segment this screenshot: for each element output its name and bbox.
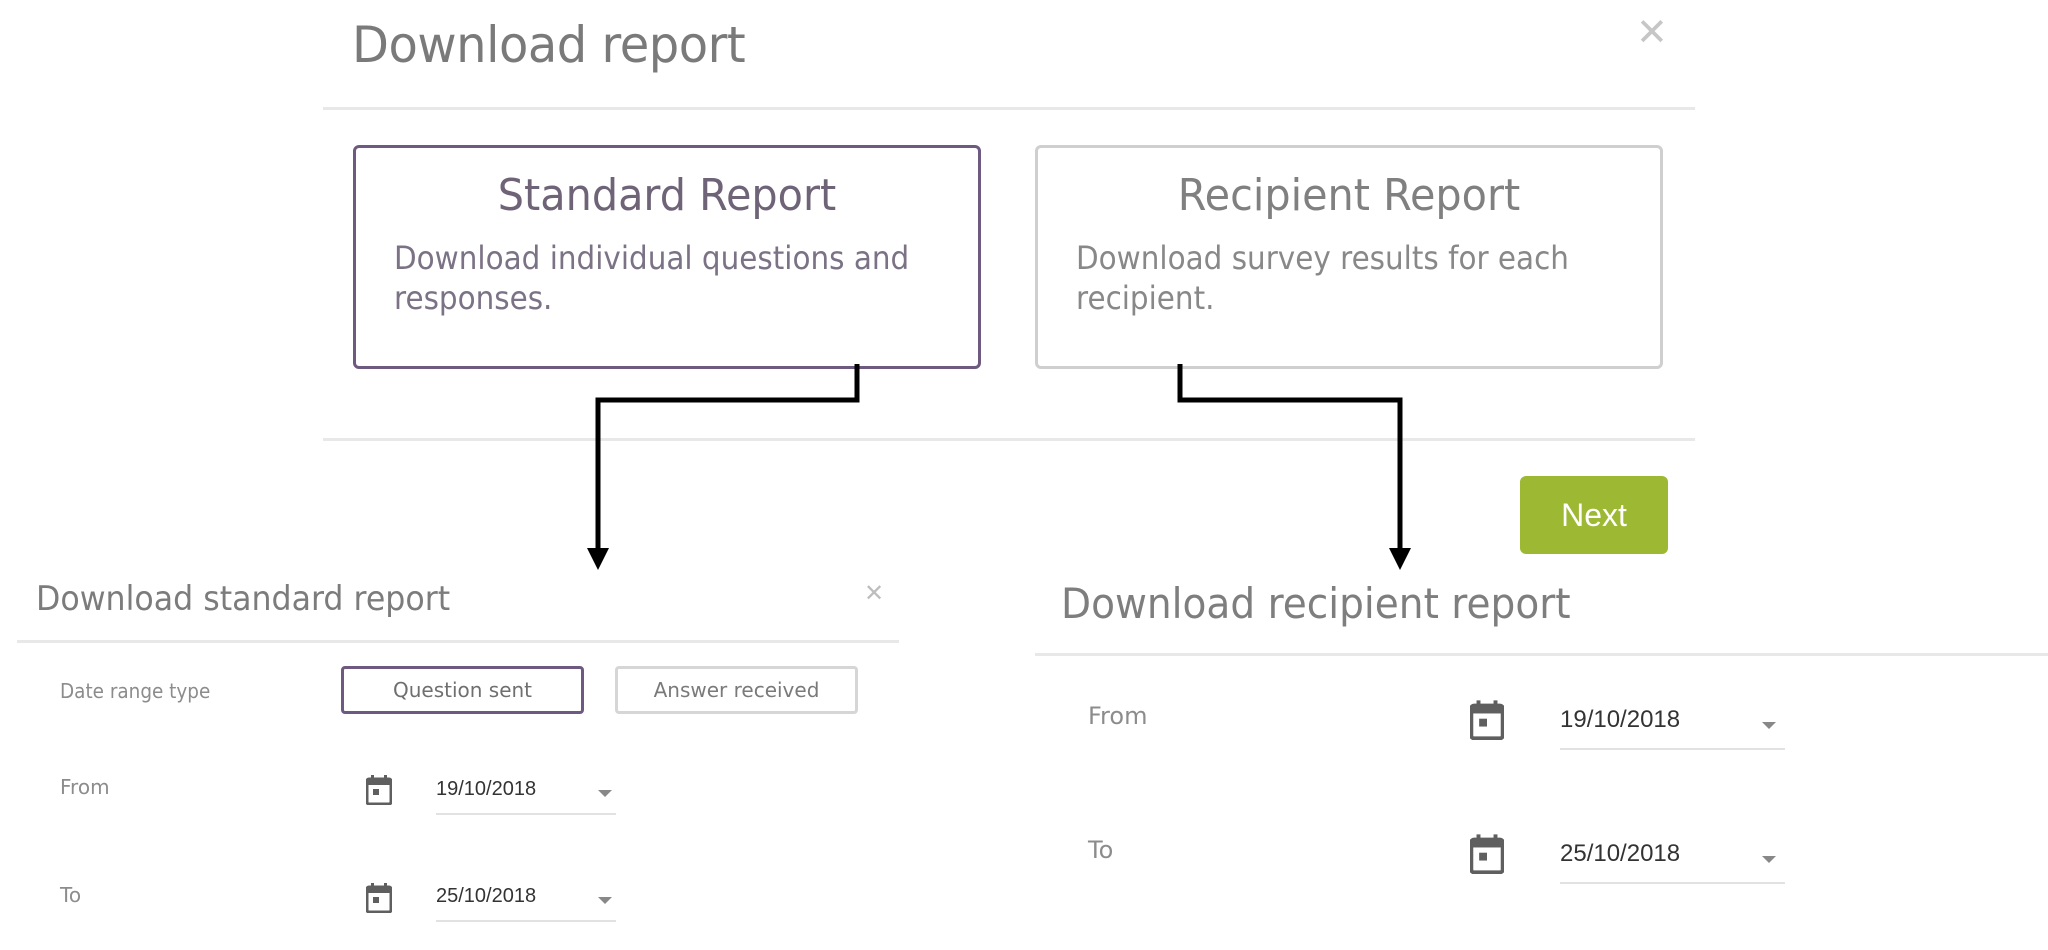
- date-range-type-label: Date range type: [60, 679, 211, 703]
- from-date-value: 19/10/2018: [1560, 706, 1681, 733]
- arrow-to-recipient-panel: [1177, 364, 1403, 552]
- from-label: From: [1088, 702, 1148, 730]
- from-label: From: [60, 775, 110, 799]
- panel-divider: [1035, 653, 2048, 656]
- chevron-down-icon[interactable]: [1762, 722, 1776, 729]
- calendar-icon[interactable]: [366, 883, 392, 913]
- chevron-down-icon[interactable]: [1762, 856, 1776, 863]
- arrowhead-icon: [587, 548, 609, 570]
- to-date-value: 25/10/2018: [436, 885, 537, 907]
- calendar-icon[interactable]: [366, 775, 392, 805]
- standard-report-card[interactable]: Standard Report Download individual ques…: [353, 145, 981, 369]
- recipient-report-card[interactable]: Recipient Report Download survey results…: [1035, 145, 1663, 369]
- question-sent-button[interactable]: Question sent: [341, 666, 584, 714]
- to-date-value: 25/10/2018: [1560, 840, 1681, 867]
- connector-arrows: [587, 364, 1411, 570]
- to-date-input[interactable]: 25/10/2018: [1560, 834, 1785, 884]
- to-label: To: [60, 883, 82, 907]
- arrowhead-icon: [1389, 548, 1411, 570]
- calendar-icon[interactable]: [1470, 834, 1504, 874]
- to-label: To: [1088, 836, 1114, 864]
- card-title: Standard Report: [497, 170, 837, 221]
- arrow-to-standard-panel: [595, 364, 860, 552]
- recipient-panel-title: Download recipient report: [1061, 579, 1571, 628]
- card-description: Download survey results for each recipie…: [1076, 239, 1569, 317]
- footer-divider: [323, 438, 1695, 441]
- calendar-icon[interactable]: [1470, 700, 1504, 740]
- to-date-input[interactable]: 25/10/2018: [436, 877, 616, 922]
- standard-panel-title: Download standard report: [36, 579, 451, 619]
- chevron-down-icon[interactable]: [598, 897, 612, 904]
- chevron-down-icon[interactable]: [598, 790, 612, 797]
- answer-received-button[interactable]: Answer received: [615, 666, 858, 714]
- from-date-value: 19/10/2018: [436, 778, 537, 800]
- from-date-input[interactable]: 19/10/2018: [1560, 700, 1785, 750]
- close-icon[interactable]: ✕: [864, 578, 884, 608]
- header-divider: [323, 107, 1695, 110]
- modal-title: Download report: [352, 16, 746, 74]
- panel-divider: [17, 640, 899, 643]
- close-icon[interactable]: ✕: [1636, 12, 1668, 52]
- card-title: Recipient Report: [1177, 170, 1521, 221]
- card-description: Download individual questions and respon…: [394, 239, 910, 317]
- next-button[interactable]: Next: [1520, 476, 1668, 554]
- from-date-input[interactable]: 19/10/2018: [436, 770, 616, 815]
